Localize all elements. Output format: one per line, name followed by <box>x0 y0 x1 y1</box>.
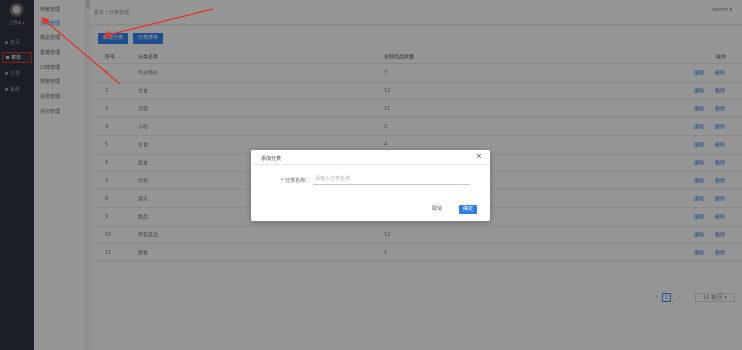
confirm-button[interactable]: 确定 <box>459 205 478 214</box>
category-name-input[interactable] <box>313 174 470 185</box>
dialog-title: 添加分类 <box>261 156 282 162</box>
category-name-label: * 分类名称: <box>281 178 307 184</box>
add-category-dialog: 添加分类 × * 分类名称: 取消 确定 <box>251 150 490 221</box>
dialog-divider <box>251 164 490 165</box>
close-icon[interactable]: × <box>476 153 482 160</box>
cancel-button[interactable]: 取消 <box>432 205 442 212</box>
